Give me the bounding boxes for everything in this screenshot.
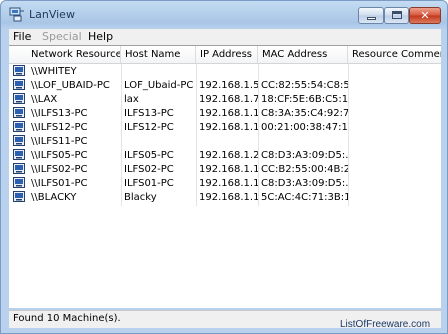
cell-mac [258, 64, 348, 79]
table-row[interactable]: \\LOF_UBAID-PC LOF_Ubaid-PC 192.168.1.5 … [9, 78, 441, 93]
computer-icon [13, 121, 25, 132]
cell-mac: 18:CF:5E:6B:C5:11 [261, 94, 348, 105]
cell-mac: CC:82:55:54:C8:54 [261, 80, 348, 91]
machine-list[interactable]: Network Resource Host Name IP Address MA… [9, 45, 441, 308]
column-header-mac-address[interactable]: MAC Address [258, 46, 348, 63]
cell-mac: C8:3A:35:C4:92:7A [261, 108, 348, 119]
computer-icon [13, 177, 25, 188]
cell-mac: CC:B2:55:00:4B:2E [261, 164, 348, 175]
column-header-network-resource[interactable]: Network Resource [9, 46, 121, 63]
table-row[interactable]: \\LAX lax 192.168.1.7 18:CF:5E:6B:C5:11 [9, 92, 441, 107]
cell-host: ILFS01-PC [124, 178, 174, 189]
cell-mac [258, 134, 348, 149]
cell-host: LOF_Ubaid-PC [124, 80, 194, 91]
cell-comment [348, 176, 441, 191]
minimize-button[interactable] [358, 7, 384, 24]
cell-host: ILFS05-PC [124, 150, 174, 161]
watermark: ListOfFreeware.com [340, 319, 431, 330]
cell-ip: 192.168.1.17 [199, 192, 258, 203]
column-header-host-name[interactable]: Host Name [121, 46, 196, 63]
window-title: LanView [29, 8, 75, 21]
computer-icon [13, 135, 25, 146]
cell-comment [348, 120, 441, 135]
cell-mac: C8:D3:A3:09:D5:... [261, 150, 348, 161]
cell-host: Blacky [124, 192, 157, 203]
cell-comment [348, 148, 441, 163]
cell-ip: 192.168.1.5 [199, 80, 258, 91]
maximize-icon [392, 11, 402, 19]
app-window: LanView ✕ File Special Help Network Reso… [0, 0, 448, 334]
cell-mac: 00:21:00:38:47:15 [261, 122, 348, 133]
close-button[interactable]: ✕ [409, 7, 441, 24]
computer-icon [13, 149, 25, 160]
network-icon [9, 7, 25, 22]
cell-resource: \\ILFS01-PC [31, 178, 88, 189]
cell-comment [348, 78, 441, 93]
cell-resource: \\WHITEY [31, 66, 77, 77]
maximize-button[interactable] [384, 7, 409, 24]
cell-ip: 192.168.1.19 [199, 178, 258, 189]
cell-host: lax [124, 94, 139, 105]
table-row[interactable]: \\ILFS02-PC ILFS02-PC 192.168.1.10 CC:B2… [9, 162, 441, 177]
cell-ip: 192.168.1.7 [199, 94, 258, 105]
table-row[interactable]: \\ILFS05-PC ILFS05-PC 192.168.1.20 C8:D3… [9, 148, 441, 163]
computer-icon [13, 79, 25, 90]
cell-ip: 192.168.1.10 [199, 164, 258, 175]
cell-resource: \\ILFS11-PC [31, 136, 88, 147]
cell-resource: \\ILFS02-PC [31, 164, 88, 175]
menu-special[interactable]: Special [42, 30, 82, 43]
cell-host: ILFS13-PC [124, 108, 174, 119]
list-header: Network Resource Host Name IP Address MA… [9, 46, 441, 64]
computer-icon [13, 65, 25, 76]
cell-resource: \\ILFS13-PC [31, 108, 88, 119]
table-row[interactable]: \\ILFS11-PC [9, 134, 441, 149]
menu-file[interactable]: File [13, 30, 31, 43]
cell-ip [196, 64, 258, 79]
cell-host: ILFS02-PC [124, 164, 174, 175]
cell-resource: \\ILFS05-PC [31, 150, 88, 161]
cell-ip: 192.168.1.20 [199, 150, 258, 161]
cell-ip: 192.168.1.18 [199, 122, 258, 133]
computer-icon [13, 93, 25, 104]
menu-help[interactable]: Help [88, 30, 113, 43]
cell-ip: 192.168.1.12 [199, 108, 258, 119]
menu-bar: File Special Help [9, 29, 441, 45]
table-row[interactable]: \\ILFS13-PC ILFS13-PC 192.168.1.12 C8:3A… [9, 106, 441, 121]
table-row[interactable]: \\BLACKY Blacky 192.168.1.17 5C:AC:4C:71… [9, 190, 441, 205]
cell-host [121, 64, 196, 79]
cell-comment [348, 64, 441, 79]
column-header-resource-comment[interactable]: Resource Comment [348, 46, 441, 63]
cell-resource: \\LOF_UBAID-PC [31, 80, 110, 91]
cell-resource: \\ILFS12-PC [31, 122, 88, 133]
cell-comment [348, 92, 441, 107]
computer-icon [13, 163, 25, 174]
close-icon: ✕ [420, 9, 430, 22]
table-row[interactable]: \\ILFS01-PC ILFS01-PC 192.168.1.19 C8:D3… [9, 176, 441, 191]
cell-comment [348, 190, 441, 205]
cell-comment [348, 134, 441, 149]
cell-comment [348, 162, 441, 177]
cell-resource: \\BLACKY [31, 192, 77, 203]
cell-comment [348, 106, 441, 121]
cell-resource: \\LAX [31, 94, 58, 105]
title-bar[interactable]: LanView ✕ [1, 1, 447, 29]
table-row[interactable]: \\WHITEY [9, 64, 441, 79]
computer-icon [13, 107, 25, 118]
cell-mac: C8:D3:A3:09:D5:... [261, 178, 348, 189]
column-header-ip-address[interactable]: IP Address [196, 46, 258, 63]
computer-icon [13, 191, 25, 202]
cell-host: ILFS12-PC [124, 122, 174, 133]
minimize-icon [367, 17, 376, 20]
table-row[interactable]: \\ILFS12-PC ILFS12-PC 192.168.1.18 00:21… [9, 120, 441, 135]
status-text: Found 10 Machine(s). [13, 313, 121, 324]
cell-ip [196, 134, 258, 149]
cell-mac: 5C:AC:4C:71:3B:1F [261, 192, 348, 203]
cell-host [121, 134, 196, 149]
